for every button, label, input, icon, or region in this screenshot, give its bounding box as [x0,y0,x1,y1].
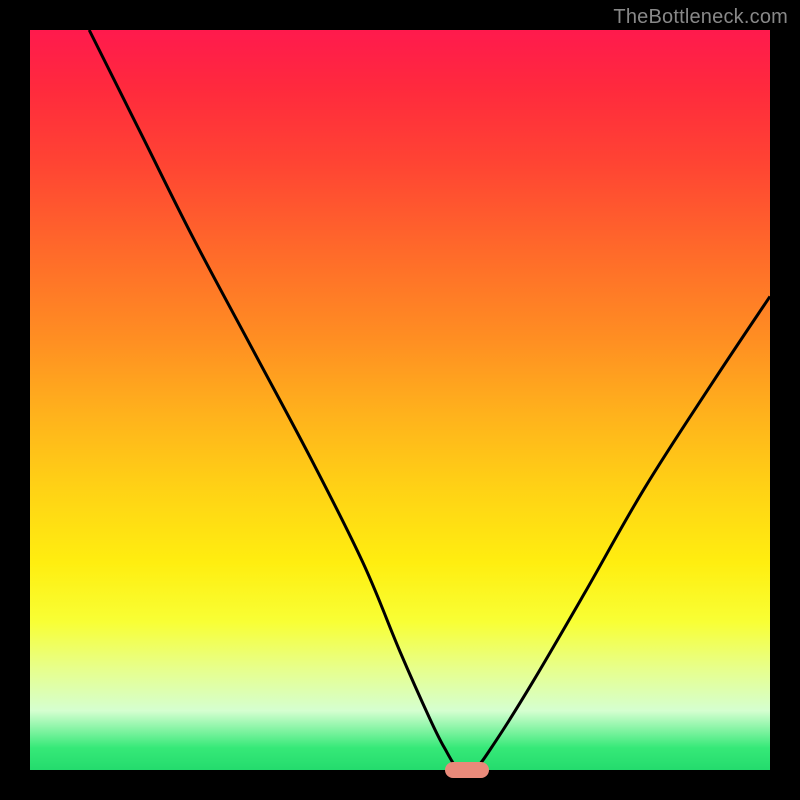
chart-frame: TheBottleneck.com [0,0,800,800]
curve-path [89,30,770,774]
watermark-text: TheBottleneck.com [613,6,788,29]
bottleneck-curve [30,30,770,770]
minimum-marker [445,762,489,778]
